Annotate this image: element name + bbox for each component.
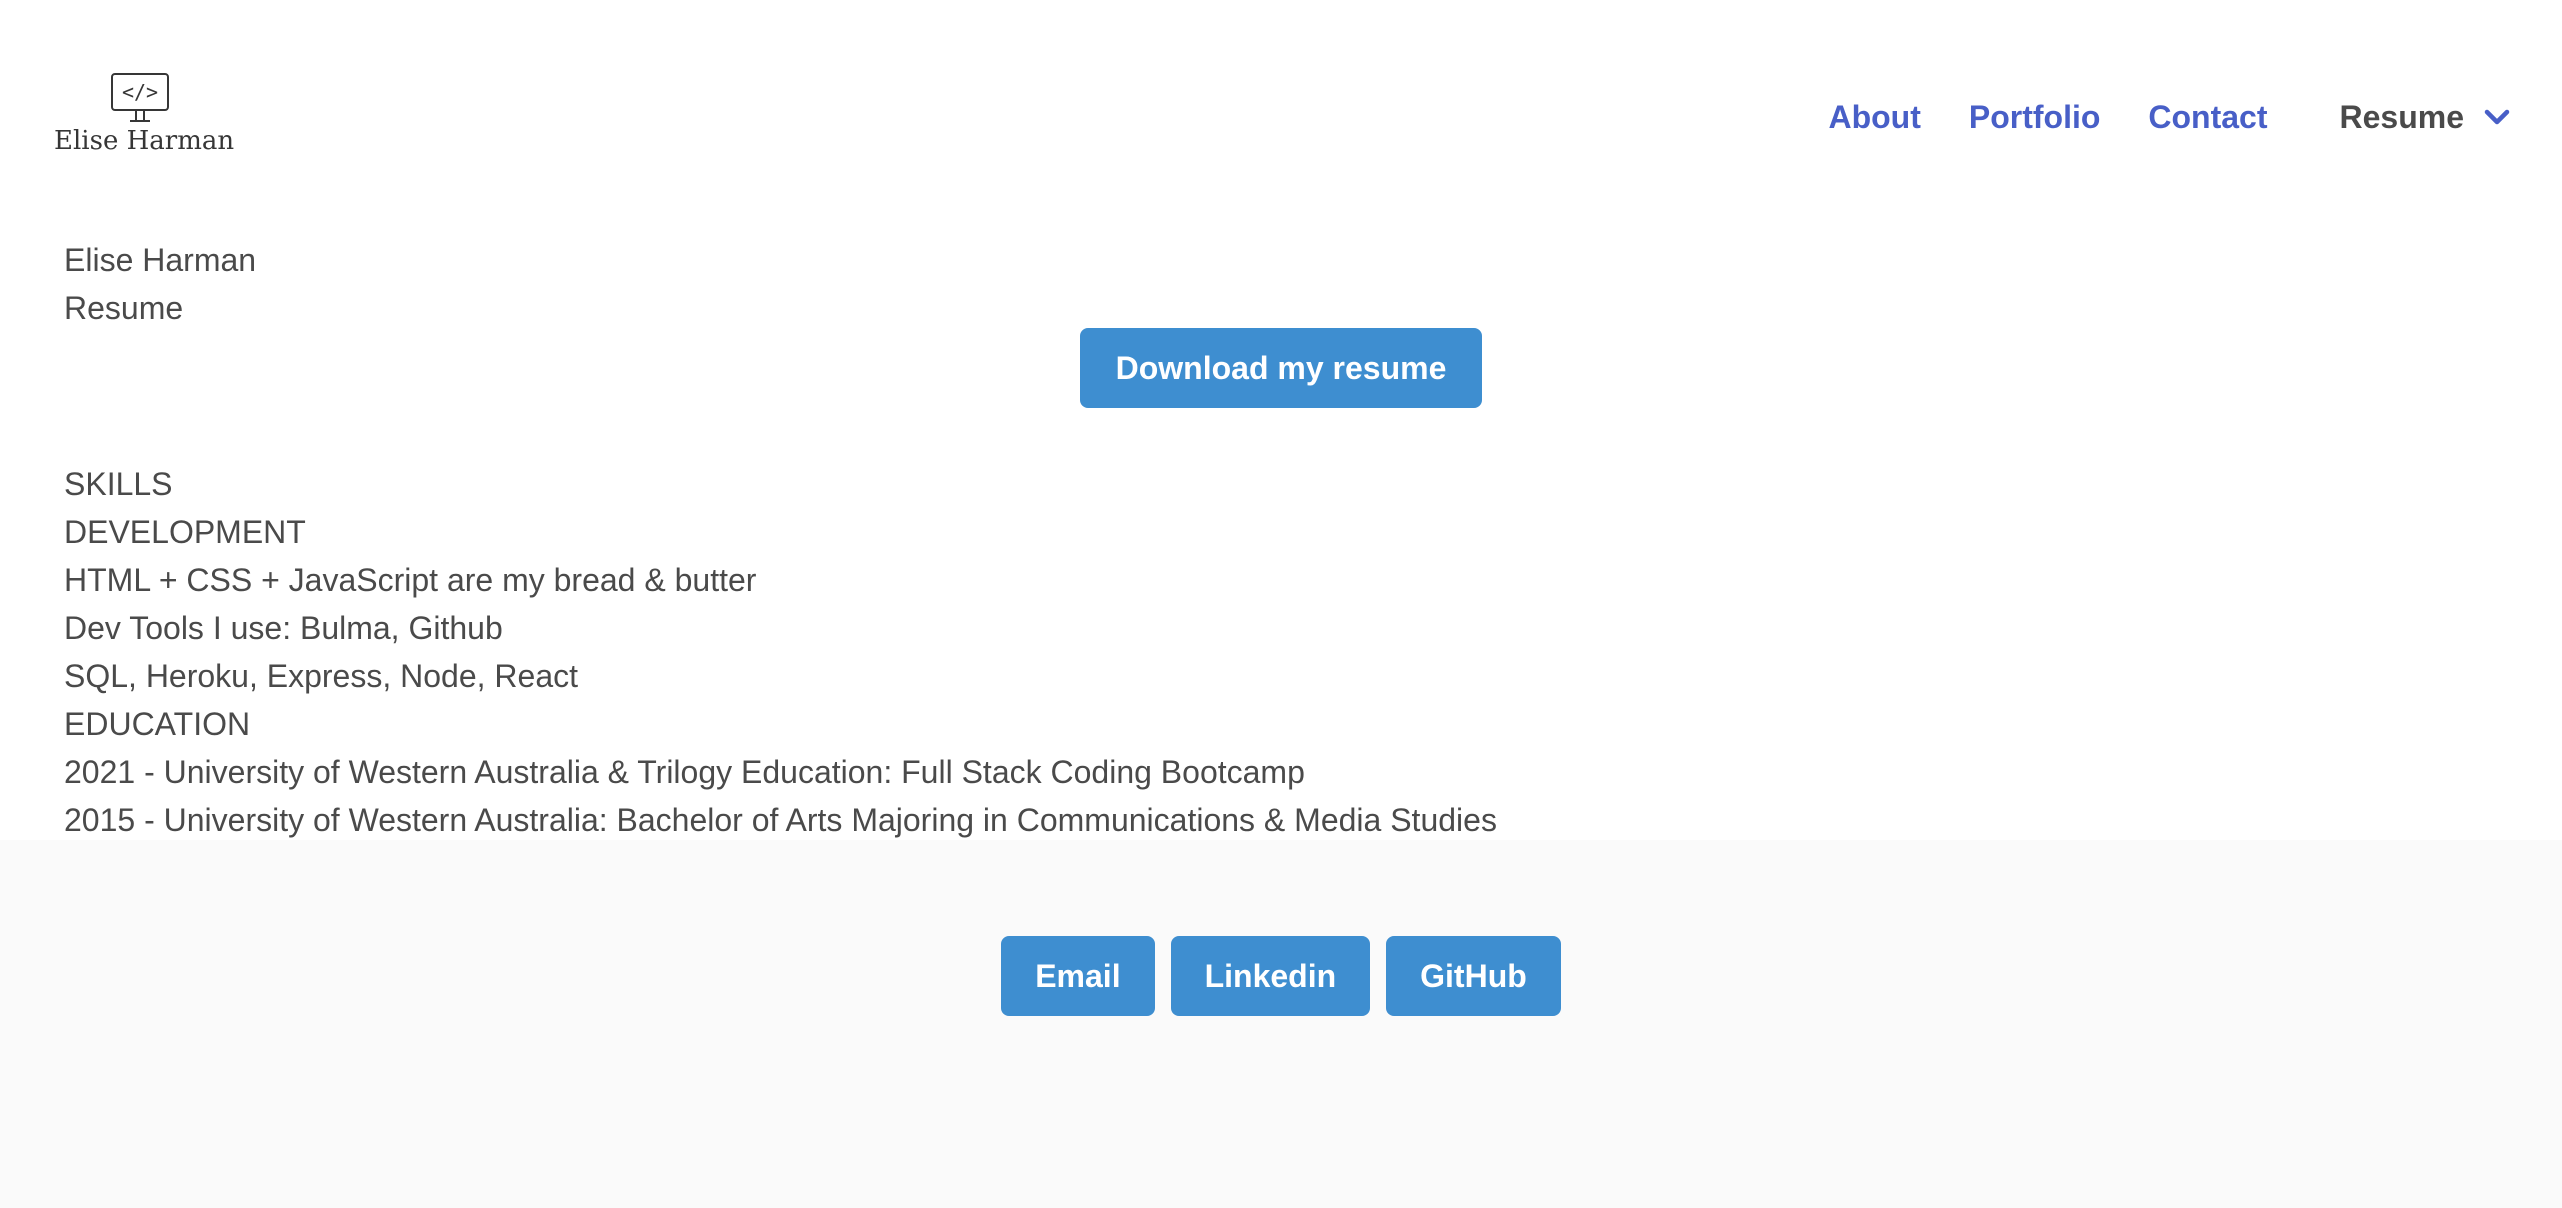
- footer: Email Linkedin GitHub: [0, 840, 2562, 1208]
- footer-social-buttons: Email Linkedin GitHub: [0, 936, 2562, 1016]
- code-monitor-icon: </>: [111, 73, 169, 122]
- nav-link-about[interactable]: About: [1828, 99, 1920, 136]
- skills-heading: SKILLS: [64, 466, 173, 502]
- page-title: Resume: [64, 290, 184, 326]
- education-item: 2015 - University of Western Australia: …: [64, 802, 1497, 838]
- skill-item: HTML + CSS + JavaScript are my bread & b…: [64, 562, 757, 598]
- svg-text:</>: </>: [122, 80, 158, 104]
- resume-section: Elise Harman Resume Download my resume S…: [0, 200, 2562, 840]
- github-button[interactable]: GitHub: [1386, 936, 1561, 1016]
- education-heading: EDUCATION: [64, 706, 251, 742]
- education-item: 2021 - University of Western Australia &…: [64, 754, 1305, 790]
- linkedin-button[interactable]: Linkedin: [1170, 936, 1371, 1016]
- resume-dropdown-label: Resume: [2339, 98, 2465, 135]
- download-resume-button[interactable]: Download my resume: [1080, 328, 1482, 408]
- resume-dropdown[interactable]: Resume: [2340, 99, 2511, 136]
- email-button[interactable]: Email: [1001, 936, 1155, 1016]
- navbar: </> Elise Harman About Portfolio Contact…: [0, 0, 2562, 200]
- development-heading: DEVELOPMENT: [64, 514, 306, 550]
- resume-owner-name: Elise Harman: [64, 242, 257, 278]
- skill-item: SQL, Heroku, Express, Node, React: [64, 658, 578, 694]
- brand-name: Elise Harman: [54, 126, 235, 156]
- skill-item: Dev Tools I use: Bulma, Github: [64, 610, 503, 646]
- chevron-down-icon: [2484, 109, 2510, 125]
- nav-link-portfolio[interactable]: Portfolio: [1969, 99, 2101, 136]
- nav-menu: About Portfolio Contact Resume: [1828, 92, 2510, 142]
- nav-link-contact[interactable]: Contact: [2148, 99, 2267, 136]
- brand-logo-link[interactable]: </> Elise Harman: [54, 72, 235, 168]
